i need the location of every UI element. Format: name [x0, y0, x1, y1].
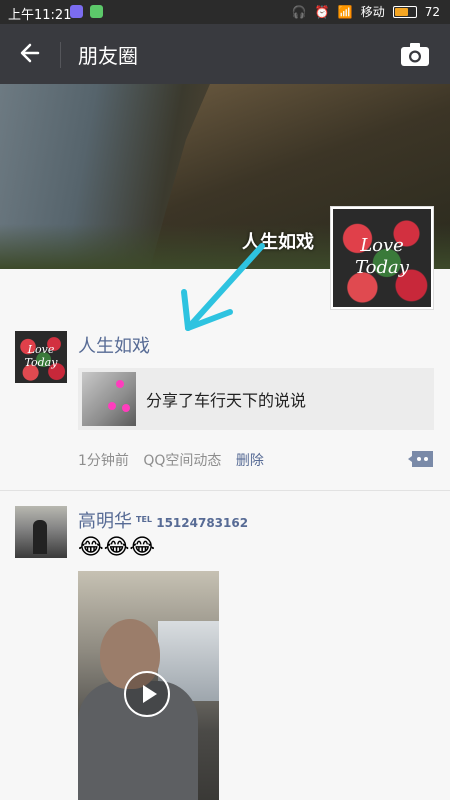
share-title: 分享了车行天下的说说 — [146, 391, 307, 410]
cover-avatar[interactable]: Love Today — [330, 206, 434, 310]
battery-icon — [392, 5, 417, 18]
post-author-name[interactable]: 高明华 TEL 15124783162 — [78, 507, 248, 533]
avatar-image: Love Today — [333, 209, 431, 307]
carrier-label: 移动 — [360, 5, 385, 19]
camera-icon[interactable] — [400, 41, 430, 67]
shared-link-card[interactable]: 分享了车行天下的说说 — [78, 368, 434, 430]
annotation-arrow — [181, 243, 265, 331]
wifi-icon: 📶 — [337, 4, 353, 19]
post-source: QQ空间动态 — [143, 453, 222, 469]
alarm-icon: ⏰ — [314, 4, 330, 19]
post-emoji-text: 😂😂😂 — [78, 535, 156, 560]
share-thumbnail — [82, 372, 136, 426]
post-meta: 1分钟前 QQ空间动态 删除 — [78, 450, 274, 470]
delete-link[interactable]: 删除 — [236, 453, 264, 469]
post-author-name[interactable]: 人生如戏 — [78, 332, 150, 358]
page-title: 朋友圈 — [78, 44, 138, 68]
avatar-text-today: Today — [355, 257, 409, 278]
thumb-flower — [116, 380, 124, 388]
post-time: 1分钟前 — [78, 453, 129, 469]
comment-icon[interactable] — [408, 450, 434, 468]
tel-label: TEL — [136, 515, 153, 524]
status-right: 🎧 ⏰ 📶 移动 72 — [292, 3, 440, 20]
status-bar: 上午11:21 🎧 ⏰ 📶 移动 72 — [0, 0, 450, 24]
app-notification-icon — [70, 5, 83, 18]
play-icon[interactable] — [124, 671, 170, 717]
top-bar: 朋友圈 — [0, 24, 450, 84]
thumb-flower — [108, 402, 116, 410]
phone-number: 15124783162 — [156, 516, 249, 530]
app-notification-icon — [90, 5, 103, 18]
battery-fill — [394, 7, 408, 16]
post-author-label: 高明华 — [78, 511, 132, 532]
post-divider — [0, 490, 450, 491]
avatar-image: Love Today — [15, 331, 67, 383]
avatar[interactable]: Love Today — [15, 331, 67, 383]
video-thumbnail[interactable] — [78, 571, 219, 800]
battery-percent: 72 — [424, 4, 440, 19]
status-time: 上午11:21 — [8, 8, 72, 23]
avatar-text-love: Love — [360, 235, 404, 256]
back-arrow-icon[interactable] — [18, 40, 44, 66]
avatar-text-today: Today — [24, 356, 58, 369]
author-phone: TEL 15124783162 — [136, 515, 249, 530]
topbar-divider — [60, 42, 61, 68]
thumb-flower — [122, 404, 130, 412]
headset-icon: 🎧 — [291, 4, 307, 19]
avatar[interactable] — [15, 506, 67, 558]
avatar-person — [33, 520, 47, 554]
avatar-text-love: Love — [27, 343, 55, 356]
